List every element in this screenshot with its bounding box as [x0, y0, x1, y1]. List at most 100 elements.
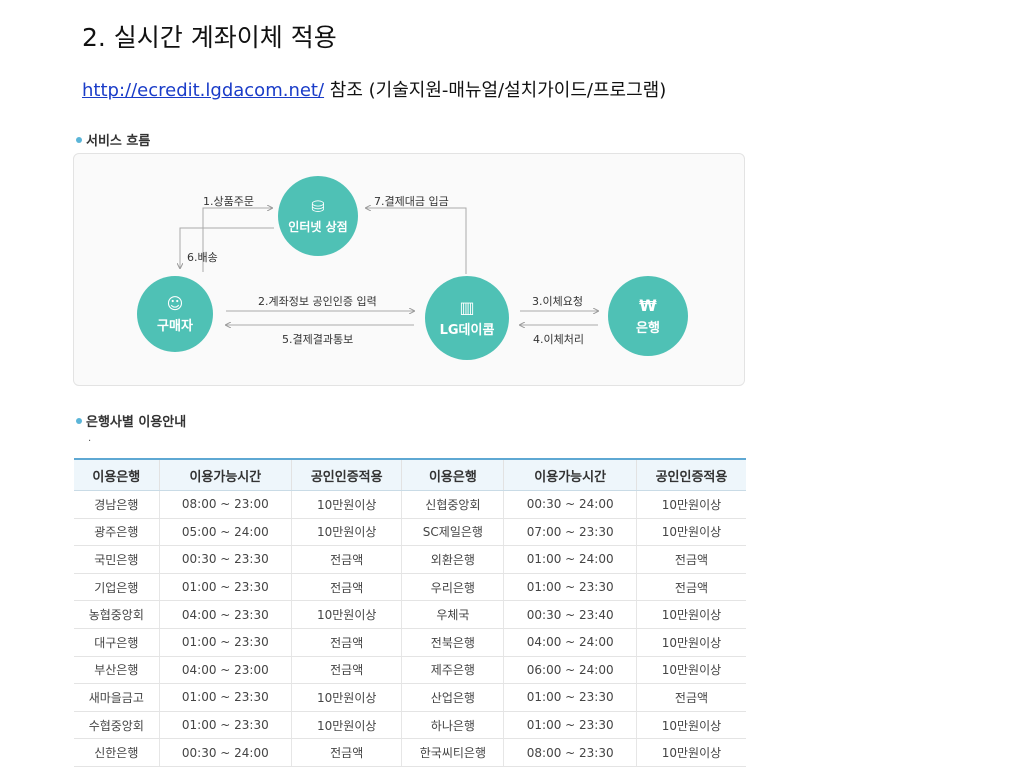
table-cell: 수협중앙회: [74, 711, 160, 740]
table-cell: 전금액: [291, 545, 402, 574]
table-row: 새마을금고 01:00 ~ 23:30 10만원이상 산업은행 01:00 ~ …: [74, 683, 746, 712]
bank-guide-table: 이용은행 이용가능시간 공인인증적용 이용은행 이용가능시간 공인인증적용 경남…: [74, 458, 746, 767]
table-cell: 전금액: [291, 628, 402, 657]
table-cell: 10만원이상: [291, 490, 402, 519]
table-cell: 광주은행: [74, 518, 160, 547]
table-cell: 하나은행: [401, 711, 504, 740]
table-row: 수협중앙회 01:00 ~ 23:30 10만원이상 하나은행 01:00 ~ …: [74, 711, 746, 740]
step-7-label: 7.결제대금 입금: [374, 195, 449, 208]
node-store-label: 인터넷 상점: [288, 219, 348, 234]
table-cell: 국민은행: [74, 545, 160, 574]
table-cell: 산업은행: [401, 683, 504, 712]
table-cell: 10만원이상: [635, 600, 746, 629]
step-3-label: 3.이체요청: [532, 295, 583, 308]
step-5-label: 5.결제결과통보: [282, 333, 354, 346]
table-cell: 우리은행: [401, 573, 504, 602]
reference-line: http://ecredit.lgdacom.net/ 참조 (기술지원-매뉴얼…: [82, 76, 666, 102]
table-cell: 01:00 ~ 23:30: [158, 683, 292, 712]
service-flow-heading: 서비스 흐름: [76, 130, 150, 149]
table-cell: 10만원이상: [291, 518, 402, 547]
table-cell: 01:00 ~ 23:30: [503, 711, 637, 740]
table-cell: 10만원이상: [635, 711, 746, 740]
table-cell: 08:00 ~ 23:30: [503, 738, 637, 767]
column-header: 이용은행: [401, 459, 504, 491]
node-buyer: ☺ 구매자: [137, 276, 213, 352]
table-cell: 신협중앙회: [401, 490, 504, 519]
table-cell: 제주은행: [401, 656, 504, 685]
table-cell: 전금액: [291, 573, 402, 602]
table-cell: 대구은행: [74, 628, 160, 657]
building-icon: ▥: [459, 297, 475, 317]
table-cell: SC제일은행: [401, 518, 504, 547]
table-row: 신한은행 00:30 ~ 24:00 전금액 한국씨티은행 08:00 ~ 23…: [74, 738, 746, 767]
table-cell: 07:00 ~ 23:30: [503, 518, 637, 547]
table-cell: 부산은행: [74, 656, 160, 685]
shop-icon: ⛁: [311, 196, 325, 216]
table-cell: 10만원이상: [635, 628, 746, 657]
node-bank-label: 은행: [636, 320, 660, 336]
table-cell: 새마을금고: [74, 683, 160, 712]
person-icon: ☺: [166, 293, 184, 313]
table-cell: 신한은행: [74, 738, 160, 767]
table-cell: 전금액: [635, 573, 746, 602]
table-row: 부산은행 04:00 ~ 23:00 전금액 제주은행 06:00 ~ 24:0…: [74, 656, 746, 685]
column-header: 공인인증적용: [291, 459, 402, 491]
table-cell: 00:30 ~ 24:00: [158, 738, 292, 767]
table-cell: 01:00 ~ 24:00: [503, 545, 637, 574]
table-cell: 10만원이상: [291, 600, 402, 629]
column-header: 이용가능시간: [503, 459, 637, 491]
table-row: 경남은행 08:00 ~ 23:00 10만원이상 신협중앙회 00:30 ~ …: [74, 490, 746, 519]
bullet-icon: [76, 417, 82, 424]
table-row: 대구은행 01:00 ~ 23:30 전금액 전북은행 04:00 ~ 24:0…: [74, 628, 746, 657]
table-cell: 10만원이상: [635, 490, 746, 519]
table-cell: 10만원이상: [635, 518, 746, 547]
table-cell: 10만원이상: [291, 683, 402, 712]
table-cell: 01:00 ~ 23:30: [503, 573, 637, 602]
table-cell: 01:00 ~ 23:30: [158, 628, 292, 657]
table-cell: 00:30 ~ 23:30: [158, 545, 292, 574]
table-cell: 전북은행: [401, 628, 504, 657]
step-1-label: 1.상품주문: [203, 195, 254, 208]
step-2-label: 2.계좌정보 공인인증 입력: [258, 295, 377, 308]
node-internet-store: ⛁ 인터넷 상점: [278, 176, 358, 256]
column-header: 이용가능시간: [158, 459, 292, 491]
table-cell: 04:00 ~ 23:00: [158, 656, 292, 685]
table-cell: 05:00 ~ 24:00: [158, 518, 292, 547]
table-header-row: 이용은행 이용가능시간 공인인증적용 이용은행 이용가능시간 공인인증적용: [74, 459, 746, 491]
table-cell: 10만원이상: [635, 738, 746, 767]
service-flow-heading-text: 서비스 흐름: [86, 134, 151, 149]
table-cell: 전금액: [291, 656, 402, 685]
table-cell: 10만원이상: [291, 711, 402, 740]
table-cell: 한국씨티은행: [401, 738, 504, 767]
ecredit-link[interactable]: http://ecredit.lgdacom.net/: [82, 80, 324, 101]
node-lg-label: LG데이콤: [439, 322, 495, 338]
table-cell: 00:30 ~ 23:40: [503, 600, 637, 629]
table-cell: 외환은행: [401, 545, 504, 574]
table-cell: 전금액: [635, 545, 746, 574]
bullet-icon: [76, 136, 82, 143]
money-bag-icon: ₩: [639, 295, 657, 315]
table-cell: 04:00 ~ 24:00: [503, 628, 637, 657]
table-cell: 10만원이상: [635, 656, 746, 685]
node-lg-dacom: ▥ LG데이콤: [425, 276, 509, 360]
step-6-label: 6.배송: [187, 251, 218, 264]
table-cell: 01:00 ~ 23:30: [158, 573, 292, 602]
column-header: 이용은행: [74, 459, 160, 491]
table-cell: 전금액: [635, 683, 746, 712]
table-row: 기업은행 01:00 ~ 23:30 전금액 우리은행 01:00 ~ 23:3…: [74, 573, 746, 602]
table-cell: 01:00 ~ 23:30: [158, 711, 292, 740]
stray-dot: .: [88, 433, 92, 444]
table-row: 농협중앙회 04:00 ~ 23:30 10만원이상 우체국 00:30 ~ 2…: [74, 600, 746, 629]
bank-guide-heading-text: 은행사별 이용안내: [86, 415, 187, 430]
column-header: 공인인증적용: [635, 459, 746, 491]
step-4-label: 4.이체처리: [533, 333, 584, 346]
table-cell: 경남은행: [74, 490, 160, 519]
node-bank: ₩ 은행: [608, 276, 688, 356]
reference-suffix: 참조 (기술지원-매뉴얼/설치가이드/프로그램): [324, 80, 667, 101]
node-buyer-label: 구매자: [157, 318, 193, 334]
table-row: 국민은행 00:30 ~ 23:30 전금액 외환은행 01:00 ~ 24:0…: [74, 545, 746, 574]
table-cell: 전금액: [291, 738, 402, 767]
table-cell: 01:00 ~ 23:30: [503, 683, 637, 712]
table-cell: 06:00 ~ 24:00: [503, 656, 637, 685]
table-row: 광주은행 05:00 ~ 24:00 10만원이상 SC제일은행 07:00 ~…: [74, 518, 746, 547]
